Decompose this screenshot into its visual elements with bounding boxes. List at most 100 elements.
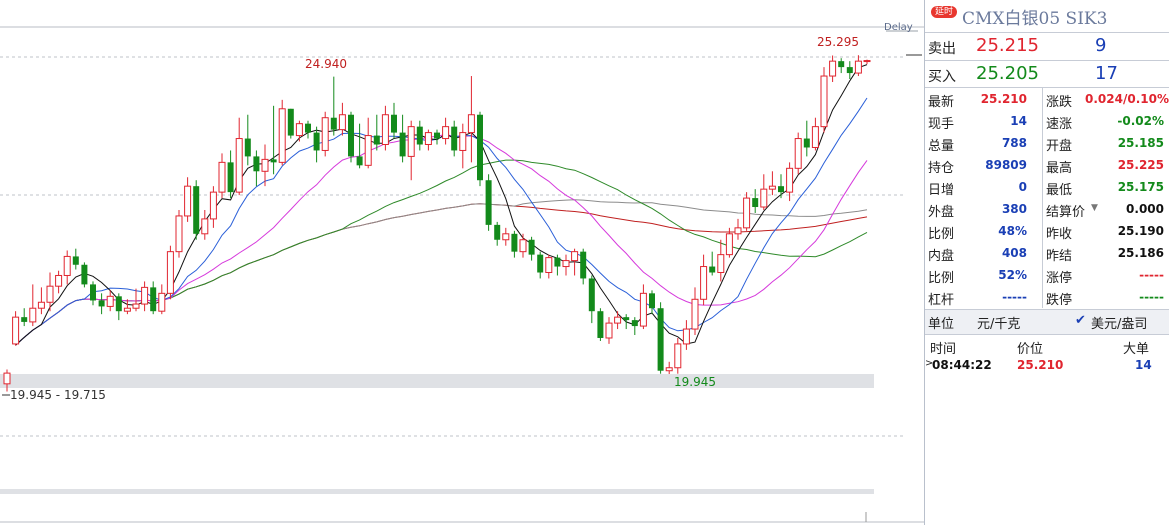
candle-body xyxy=(81,264,88,285)
bid-row[interactable]: 买入 25.205 17 xyxy=(925,61,1169,87)
quote-panel: 延时 CMX白银05 SIK3 卖出 25.215 9 买入 25.205 17… xyxy=(925,0,1169,525)
candle-body xyxy=(588,278,595,312)
ma20-line xyxy=(15,133,868,346)
candle-body xyxy=(768,185,776,190)
candle-body xyxy=(649,293,655,309)
candle-body xyxy=(537,254,544,273)
candle-body xyxy=(98,300,105,307)
unit-label: 单位 xyxy=(928,317,955,332)
stats-row: 杠杆 ----- 跌停 ----- xyxy=(925,286,1169,308)
kline-chart[interactable]: Delay 24.940 25.295 19.945 19.945 - 19.715 xyxy=(0,0,924,525)
candle-body xyxy=(166,251,174,294)
candle-body xyxy=(391,114,397,133)
candle-body xyxy=(519,239,527,253)
stat-value-left: 25.210 xyxy=(980,92,1027,106)
stat-label-left: 内盘 xyxy=(928,249,955,264)
stat-value-left: 89809 xyxy=(985,158,1027,172)
tick-time: 08:44:22 xyxy=(932,358,992,372)
last-high-label: 25.295 xyxy=(817,35,859,49)
candle-body xyxy=(21,317,28,322)
candle-body xyxy=(502,233,510,241)
stat-label-left: 比例 xyxy=(928,271,955,286)
candle-body xyxy=(55,274,63,287)
tick-header-volume: 大单 xyxy=(1123,342,1150,357)
tick-row: > 08:44:22 25.210 14 xyxy=(925,356,1169,376)
candle-body xyxy=(46,285,54,303)
ma60-line xyxy=(15,199,868,346)
candle-body xyxy=(623,317,630,321)
candle-body xyxy=(424,132,432,146)
bid-price: 25.205 xyxy=(976,63,1039,84)
stat-label-right: 速涨 xyxy=(1046,117,1073,132)
candle-body xyxy=(717,254,725,273)
stat-value-right: 25.190 xyxy=(1117,224,1164,238)
stat-label-right: 最高 xyxy=(1046,161,1073,176)
high-label: 24.940 xyxy=(305,57,347,71)
stat-label-left: 总量 xyxy=(928,139,955,154)
candle-body xyxy=(485,180,492,225)
candle-body xyxy=(597,311,604,338)
stat-label-left: 杠杆 xyxy=(928,293,955,308)
candle-body xyxy=(321,117,329,151)
candle-body xyxy=(158,292,166,312)
ma120-line xyxy=(15,203,868,346)
delay-label: Delay xyxy=(884,22,913,33)
unit-value[interactable]: 元/千克 xyxy=(977,313,1020,332)
range-label: 19.945 - 19.715 xyxy=(10,388,106,402)
candle-body xyxy=(829,60,837,77)
candle-body xyxy=(778,186,784,193)
candle-body xyxy=(201,218,209,235)
stat-label-right: 昨收 xyxy=(1046,227,1073,242)
delay-badge: 延时 xyxy=(931,6,958,18)
candle-body xyxy=(665,367,673,372)
stat-label-right: 最低 xyxy=(1046,183,1073,198)
stat-value-right: 0.024/0.10% xyxy=(1085,92,1169,106)
candle-body xyxy=(863,60,871,63)
stats-row: 最新 25.210 涨跌 0.024/0.10% xyxy=(925,88,1169,110)
candle-body xyxy=(253,156,260,172)
candle-body xyxy=(545,257,553,273)
candle-body xyxy=(150,287,157,312)
stat-value-left: 380 xyxy=(1001,202,1027,216)
kline-svg: Delay 24.940 25.295 19.945 19.945 - 19.715 xyxy=(0,22,924,523)
candle-body xyxy=(305,123,311,133)
dropdown-arrow-icon[interactable]: ▼ xyxy=(1091,203,1098,213)
stat-label-left: 持仓 xyxy=(928,161,955,176)
candle-body xyxy=(175,215,183,253)
stat-label-right: 涨停 xyxy=(1046,271,1073,286)
stat-value-right: -0.02% xyxy=(1117,114,1164,128)
candle-body xyxy=(287,108,294,136)
bid-volume: 17 xyxy=(1095,63,1118,84)
ask-row[interactable]: 卖出 25.215 9 xyxy=(925,33,1169,59)
stat-value-left: 48% xyxy=(998,224,1027,238)
tick-header-time: 时间 xyxy=(930,342,957,357)
symbol-title[interactable]: CMX白银05 SIK3 xyxy=(962,4,1107,29)
candle-body xyxy=(562,260,570,268)
currency-toggle[interactable]: 美元/盎司 xyxy=(1091,313,1147,332)
stats-row: 总量 788 开盘 25.185 xyxy=(925,132,1169,154)
candle-body xyxy=(356,156,363,166)
candle-body xyxy=(605,322,613,339)
candle-body xyxy=(364,135,372,166)
candle-body xyxy=(846,67,853,74)
tick-header-price: 价位 xyxy=(1017,342,1044,357)
candle-body xyxy=(193,186,200,234)
stat-value-right: 25.175 xyxy=(1117,180,1164,194)
candle-body xyxy=(313,132,320,151)
candle-body xyxy=(63,255,71,276)
stat-value-left: 408 xyxy=(1001,246,1027,260)
candle-body xyxy=(123,307,131,312)
stat-value-right: 25.225 xyxy=(1117,158,1164,172)
candle-body xyxy=(12,316,20,345)
bid-label: 买入 xyxy=(928,69,956,85)
candle-body xyxy=(571,251,579,262)
candle-body xyxy=(682,328,690,345)
candle-body xyxy=(3,372,11,385)
candle-body xyxy=(700,266,708,300)
candle-body xyxy=(614,316,622,324)
stat-label-right: 涨跌 xyxy=(1046,95,1073,110)
check-icon[interactable]: ✔ xyxy=(1075,313,1086,328)
candle-body xyxy=(235,138,243,193)
candle-body xyxy=(330,117,337,130)
candle-body xyxy=(657,308,664,371)
